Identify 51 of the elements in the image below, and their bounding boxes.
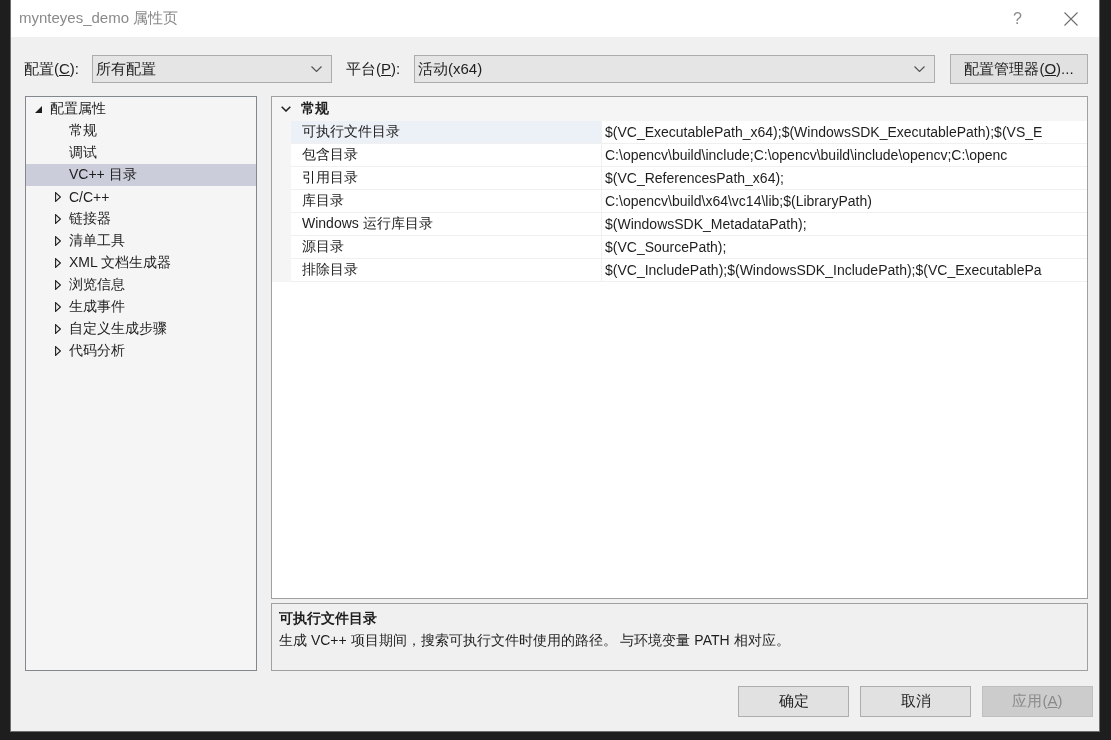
platform-dropdown[interactable]: 活动(x64) [414,55,935,83]
chevron-down-icon [311,66,322,72]
tree-item[interactable]: 常规 [26,120,256,142]
collapsed-triangle-icon[interactable] [55,324,61,334]
property-value[interactable]: $(VC_SourcePath); [602,236,1087,258]
tree-item[interactable]: 自定义生成步骤 [26,318,256,340]
tree-item[interactable]: 代码分析 [26,340,256,362]
collapsed-triangle-icon[interactable] [55,236,61,246]
property-name[interactable]: 排除目录 [291,259,602,281]
tree-item[interactable]: 调试 [26,142,256,164]
category-header[interactable]: 常规 [272,97,1087,121]
window-title: mynteyes_demo 属性页 [19,9,180,28]
tree-item[interactable]: 清单工具 [26,230,256,252]
tree-item[interactable]: 浏览信息 [26,274,256,296]
tree-item[interactable]: 生成事件 [26,296,256,318]
tree-item[interactable]: XML 文档生成器 [26,252,256,274]
property-name[interactable]: 引用目录 [291,167,602,189]
platform-label: 平台(P): [346,59,402,79]
expanded-triangle-icon[interactable] [35,105,42,113]
description-text: 生成 VC++ 项目期间，搜索可执行文件时使用的路径。 与环境变量 PATH 相对应。 [279,631,790,650]
collapsed-triangle-icon[interactable] [55,302,61,312]
property-name[interactable]: 源目录 [291,236,602,258]
collapsed-triangle-icon[interactable] [55,214,61,224]
property-name[interactable]: Windows 运行库目录 [291,213,602,235]
collapsed-triangle-icon[interactable] [55,192,61,202]
collapsed-triangle-icon[interactable] [55,346,61,356]
property-value[interactable]: C:\opencv\build\include;C:\opencv\build\include\opencv;C:\openc [602,144,1087,166]
chevron-down-icon [914,66,925,72]
collapsed-triangle-icon[interactable] [55,280,61,290]
property-value[interactable]: $(VC_ReferencesPath_x64); [602,167,1087,189]
description-title: 可执行文件目录 [279,609,377,628]
property-value[interactable]: $(VC_IncludePath);$(WindowsSDK_IncludePath);$(VC_ExecutablePa [602,259,1087,281]
configuration-dropdown[interactable]: 所有配置 [92,55,332,83]
close-button[interactable] [1064,11,1078,26]
tree-item[interactable]: C/C++ [26,186,256,208]
property-name[interactable]: 可执行文件目录 [291,121,602,143]
tree-item[interactable]: VC++ 目录 [26,164,256,186]
help-button[interactable]: ? [1009,8,1026,29]
dialog-button[interactable]: 确定 [738,686,849,717]
property-value[interactable]: $(WindowsSDK_MetadataPath); [602,213,1087,235]
property-value[interactable]: C:\opencv\build\x64\vc14\lib;$(LibraryPath) [602,190,1087,212]
close-icon [1064,11,1078,26]
tree-item[interactable]: 链接器 [26,208,256,230]
property-name[interactable]: 库目录 [291,190,602,212]
collapsed-triangle-icon[interactable] [55,258,61,268]
property-name[interactable]: 包含目录 [291,144,602,166]
configuration-manager-button[interactable]: 配置管理器(O)... [950,54,1088,84]
configuration-label: 配置(C): [24,59,80,79]
property-value[interactable]: $(VC_ExecutablePath_x64);$(WindowsSDK_ExecutablePath);$(VS_E [602,121,1087,143]
dialog-button[interactable]: 取消 [860,686,971,717]
tree-item[interactable]: 配置属性 [26,98,256,120]
